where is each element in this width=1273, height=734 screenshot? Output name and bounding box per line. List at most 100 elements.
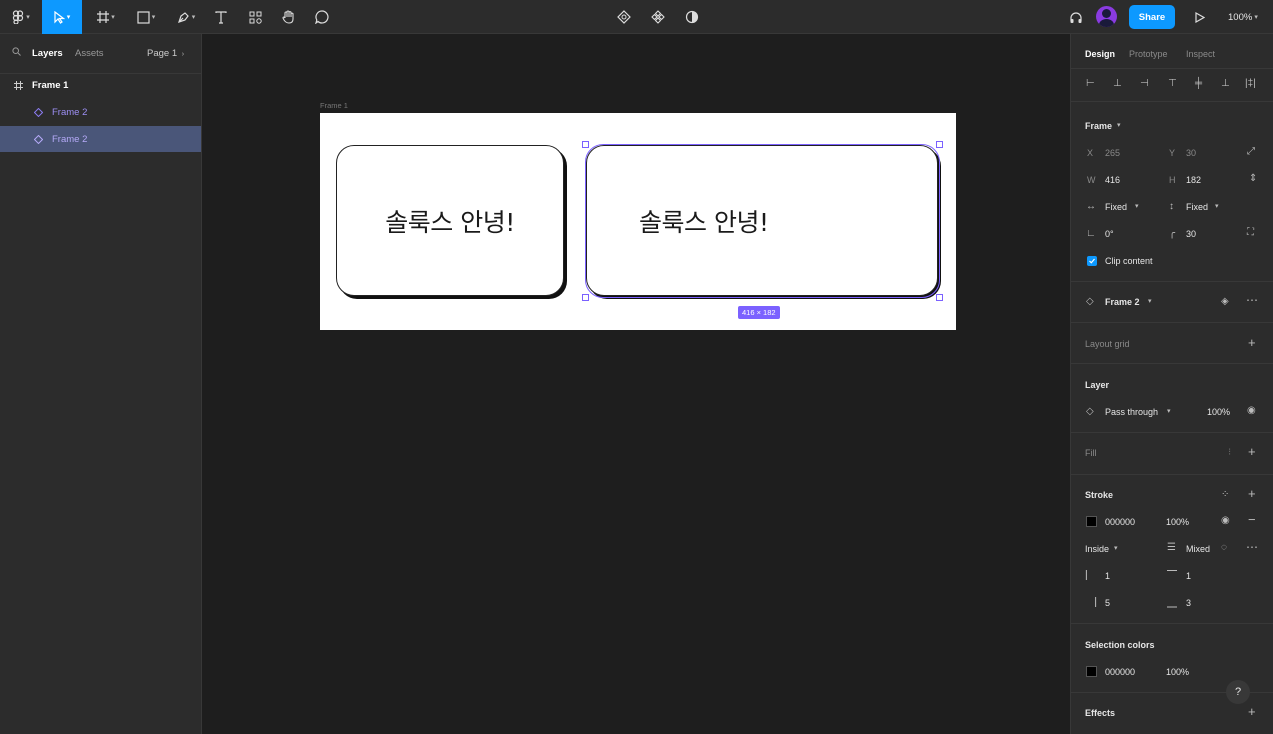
layout-grid-title[interactable]: Layout grid	[1085, 339, 1130, 349]
frame-label[interactable]: Frame 1	[320, 101, 348, 110]
tab-prototype[interactable]: Prototype	[1129, 49, 1168, 59]
more-options-icon[interactable]: ⋯	[1246, 541, 1258, 553]
create-component-button[interactable]	[648, 0, 668, 34]
hand-tool-button[interactable]	[277, 0, 299, 34]
independent-corners-icon[interactable]: ⛶	[1247, 228, 1254, 238]
selection-opacity-input[interactable]: 100%	[1166, 667, 1189, 677]
text-tool-button[interactable]	[210, 0, 232, 34]
resize-handle-bottom-left[interactable]	[582, 294, 589, 301]
clip-content-checkbox[interactable]	[1087, 256, 1097, 266]
stroke-bottom-input[interactable]: 3	[1186, 598, 1191, 608]
divider	[1070, 623, 1273, 624]
visibility-eye-icon[interactable]: ◉	[1221, 516, 1230, 526]
tab-assets[interactable]: Assets	[75, 48, 104, 59]
shape-tool-button[interactable]: ▾	[130, 0, 162, 34]
horizontal-resizing-icon: ↔	[1086, 201, 1096, 212]
resize-handle-top-left[interactable]	[582, 141, 589, 148]
help-button[interactable]: ?	[1226, 680, 1250, 704]
search-icon[interactable]	[12, 47, 21, 59]
mask-button[interactable]	[682, 0, 702, 34]
add-layout-grid-icon[interactable]: +	[1248, 336, 1256, 349]
visibility-eye-icon[interactable]: ◉	[1247, 406, 1256, 416]
tab-layers[interactable]: Layers	[32, 48, 63, 59]
add-fill-icon[interactable]: +	[1248, 445, 1256, 458]
stroke-weight-input[interactable]: Mixed	[1186, 544, 1210, 554]
zoom-dropdown[interactable]: 100% ▾	[1228, 0, 1258, 34]
more-options-icon[interactable]: ⋯	[1246, 294, 1258, 306]
stroke-color-input[interactable]: 000000	[1105, 517, 1135, 527]
remove-stroke-icon[interactable]: −	[1248, 513, 1256, 526]
layer-label: Frame 1	[32, 79, 69, 91]
align-middle-icon[interactable]: ╪	[1195, 79, 1202, 89]
resize-handle-bottom-right[interactable]	[936, 294, 943, 301]
page-selector[interactable]: Page 1 ›	[147, 48, 184, 59]
x-input[interactable]: 265	[1105, 148, 1120, 158]
layer-row-frame-1[interactable]: Frame 1	[0, 72, 201, 98]
horizontal-resizing-select[interactable]: Fixed	[1105, 202, 1127, 212]
stroke-position-select[interactable]: Inside	[1085, 544, 1109, 554]
stroke-color-swatch[interactable]	[1086, 516, 1097, 527]
chevron-down-icon: ▾	[151, 14, 156, 21]
add-stroke-icon[interactable]: +	[1248, 487, 1256, 500]
align-center-h-icon[interactable]: ⊥	[1113, 79, 1122, 89]
selection-color-input[interactable]: 000000	[1105, 667, 1135, 677]
scale-icon[interactable]: ⤢	[1247, 147, 1255, 157]
audio-button[interactable]	[1066, 0, 1086, 34]
move-tool-button[interactable]: ▾	[42, 0, 82, 34]
frame-tool-button[interactable]: ▾	[90, 0, 122, 34]
card-frame-2-right[interactable]: 솔룩스 안녕!	[586, 145, 938, 296]
stroke-opacity-input[interactable]: 100%	[1166, 517, 1189, 527]
distribute-icon[interactable]: |‡|	[1245, 79, 1256, 89]
go-to-main-component-icon[interactable]: ◈	[1221, 297, 1229, 307]
align-left-icon[interactable]: ⊢	[1086, 79, 1095, 89]
layer-label: Frame 2	[52, 133, 88, 145]
stroke-top-input[interactable]: 1	[1186, 571, 1191, 581]
individual-strokes-icon[interactable]: ◌	[1221, 543, 1227, 553]
user-avatar[interactable]	[1096, 6, 1117, 27]
card-text: 솔룩스 안녕!	[385, 207, 515, 237]
layer-row-frame-2[interactable]: Frame 2	[0, 99, 201, 125]
add-effect-icon[interactable]: +	[1248, 705, 1256, 718]
share-button[interactable]: Share	[1129, 5, 1175, 29]
resources-button[interactable]	[244, 0, 266, 34]
stroke-left-input[interactable]: 1	[1105, 571, 1110, 581]
constrain-proportions-icon[interactable]: ⇕	[1249, 174, 1257, 184]
align-right-icon[interactable]: ⊣	[1140, 79, 1149, 89]
present-button[interactable]	[1192, 0, 1208, 34]
w-label: W	[1087, 175, 1096, 185]
comment-tool-button[interactable]	[311, 0, 333, 34]
component-action-button[interactable]	[614, 0, 634, 34]
card-frame-2-left[interactable]: 솔룩스 안녕!	[336, 145, 564, 296]
blend-mode-select[interactable]: Pass through	[1105, 407, 1158, 417]
instance-name[interactable]: Frame 2	[1105, 297, 1140, 307]
y-input[interactable]: 30	[1186, 148, 1196, 158]
h-input[interactable]: 182	[1186, 175, 1201, 185]
pen-tool-button[interactable]: ▾	[170, 0, 202, 34]
stroke-right-input[interactable]: 5	[1105, 598, 1110, 608]
page-label: Page 1	[147, 48, 178, 59]
comment-icon	[315, 10, 329, 24]
align-top-icon[interactable]: ⊤	[1168, 79, 1177, 89]
main-menu-button[interactable]: ▾	[4, 0, 38, 34]
chevron-down-icon[interactable]: ▾	[1117, 121, 1121, 131]
resize-handle-top-right[interactable]	[936, 141, 943, 148]
chevron-down-icon: ▾	[26, 14, 30, 21]
corner-radius-input[interactable]: 30	[1186, 229, 1196, 239]
rectangle-icon	[137, 10, 150, 24]
fill-styles-icon[interactable]: ⁝	[1228, 448, 1231, 458]
w-input[interactable]: 416	[1105, 175, 1120, 185]
clip-content-label[interactable]: Clip content	[1105, 256, 1153, 266]
tab-design[interactable]: Design	[1085, 49, 1115, 59]
align-bottom-icon[interactable]: ⊥	[1221, 79, 1230, 89]
layer-row-frame-2-selected[interactable]: Frame 2	[0, 126, 201, 152]
rotation-input[interactable]: 0°	[1105, 229, 1114, 239]
panel-tabs: Layers Assets Page 1 ›	[0, 34, 202, 74]
tab-inspect[interactable]: Inspect	[1186, 49, 1215, 59]
stroke-styles-icon[interactable]: ⁘	[1221, 490, 1229, 500]
layer-opacity-input[interactable]: 100%	[1207, 407, 1230, 417]
selection-color-swatch[interactable]	[1086, 666, 1097, 677]
chevron-down-icon[interactable]: ▾	[1148, 297, 1152, 307]
divider	[1070, 281, 1273, 282]
vertical-resizing-select[interactable]: Fixed	[1186, 202, 1208, 212]
frame-section-title[interactable]: Frame	[1085, 121, 1112, 131]
